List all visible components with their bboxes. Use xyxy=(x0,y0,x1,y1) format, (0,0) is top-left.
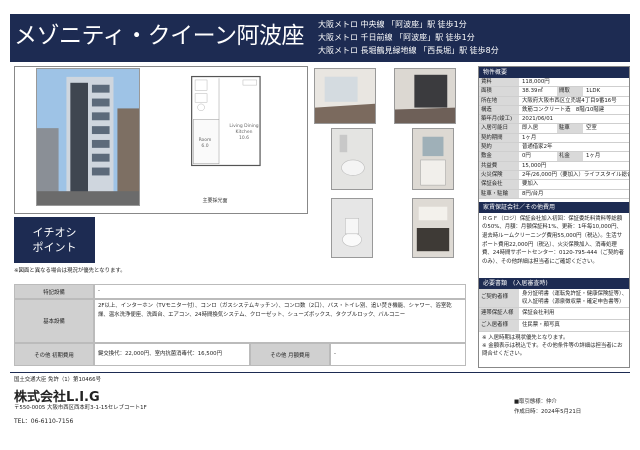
monthly-cost-label: その他 月額費用 xyxy=(250,343,330,366)
documents-section-title: 必要書類 (入居審査時) xyxy=(479,277,629,289)
washstand-image xyxy=(413,129,453,189)
interior-photo-toilet xyxy=(331,198,373,258)
ichioshi-line-2: ポイント xyxy=(32,241,77,254)
toilet-image xyxy=(332,199,372,257)
basic-equipment-value: 2F以上、インターホン（TVモニター付）、コンロ（ガスシステムキッチン）、コンロ… xyxy=(94,299,466,343)
detail-row: 契約期間 1ヶ月 xyxy=(479,133,629,144)
station-line-3: 大阪メトロ 長堀鶴見緑地線 「西長堀」駅 徒歩8分 xyxy=(318,46,499,55)
guarantor-section-title: 家賃保証会社／その他費用 xyxy=(479,201,629,213)
balcony-label: 主要採光面 xyxy=(202,198,228,204)
detail-row: 保証会社 要加入 xyxy=(479,180,629,190)
detail-row: 駐車・駐輪 8円/台月 xyxy=(479,189,629,199)
initial-cost-value: 鍵交換代：22,000円、室内抗菌消毒代：16,500円 xyxy=(94,343,250,366)
equipment-table: 特記設備 - 基本設備 2F以上、インターホン（TVモニター付）、コンロ（ガスシ… xyxy=(14,284,466,366)
notice-text: ※図面と異なる場合は現況が優先となります。 xyxy=(14,268,126,274)
details-panel: 物件概要 賃料 118,000円 面積 38.39㎡ 間取 1LDK 所在地 大阪府大阪市… xyxy=(478,66,630,368)
special-equipment-label: 特記設備 xyxy=(14,284,94,299)
detail-row: 所在地 大阪府大阪市西区立売堀4丁目9番16号 xyxy=(479,96,629,106)
document-row: 連帯保証人様 保証会社利用 xyxy=(479,307,629,320)
kitchen-image xyxy=(413,199,453,257)
floorplan-room-b: Living Dining Kitchen xyxy=(229,124,259,135)
ichioshi-line-1: イチオシ xyxy=(32,226,77,239)
monthly-cost-value: - xyxy=(330,343,466,366)
detail-row: 面積 38.39㎡ 間取 1LDK xyxy=(479,87,629,97)
station-line-2: 大阪メトロ 千日前線 「阿波座」駅 徒歩1分 xyxy=(318,33,475,42)
company-name: 株式会社L.I.G xyxy=(14,390,100,405)
document-row: ご入居者様 住民票・顔写真 xyxy=(479,319,629,332)
detail-row: 契約 普通借家2年 xyxy=(479,143,629,153)
floorplan: Room 6.0 Living Dining Kitchen 10.6 主要採光… xyxy=(150,68,300,206)
interior-photo-living xyxy=(314,68,376,124)
building-exterior-image xyxy=(37,69,139,205)
detail-row: 賃料 118,000円 xyxy=(479,78,629,88)
updated-date: 作成日時：2024年5月21日 xyxy=(514,409,582,415)
remark-1: ※ 入居時期は現状優先となります。 xyxy=(482,334,569,341)
bathroom-image xyxy=(332,129,372,189)
guarantor-text: ＲＧＦ（ロジ）保証会社加入初回：保証委託料賃料等総額の50%、月額：月額保証料1… xyxy=(482,215,625,265)
detail-row: 構造 鉄筋コンクリート造 8階/10階建 xyxy=(479,105,629,116)
property-title: メゾニティ・クイーン阿波座 xyxy=(14,23,304,49)
floorplan-room-a-size: 6.0 xyxy=(201,144,209,149)
detail-row: 火災保険2年/26,000円（要加入）ライフスタイル総合保険 xyxy=(479,170,629,181)
document-row: ご契約者様 身分証明書（運転免許証・健康保険証等）、収入証明書（源泉徴収票・確定申… xyxy=(479,288,629,308)
window-room-image xyxy=(395,69,455,123)
license-number: 国土交通大臣 免許（1）第10466号 xyxy=(14,377,101,383)
station-list: 大阪メトロ 中央線 「阿波座」駅 徒歩1分 大阪メトロ 千日前線 「阿波座」駅 … xyxy=(318,18,628,57)
detail-row: 入居可能日 即入居 駐車 空室 xyxy=(479,124,629,134)
basic-equipment-label: 基本設備 xyxy=(14,299,94,343)
remark-2: ※ 金額表示は税込です。その他条件等の詳細は担当者にお問合せください。 xyxy=(482,342,623,357)
footer-divider xyxy=(10,372,630,373)
company-tel: TEL：06-6110-7156 xyxy=(14,418,74,425)
interior-photo-bath xyxy=(331,128,373,190)
floorplan-room-b-size: 10.6 xyxy=(238,136,250,141)
initial-cost-label: その他 初期費用 xyxy=(14,343,94,366)
company-address: 〒550-0005 大阪市西区西本町3-1-15セレブコート1F xyxy=(14,405,147,411)
living-room-image xyxy=(315,69,375,123)
exterior-photo xyxy=(36,68,140,206)
interior-photo-window xyxy=(394,68,456,124)
detail-row: 敷金 0円 礼金 1ヶ月 xyxy=(479,152,629,162)
detail-row: 共益費 15,000円 xyxy=(479,161,629,171)
detail-row: 築年月(竣工) 2021/06/01 xyxy=(479,115,629,125)
details-section-title: 物件概要 xyxy=(479,67,629,78)
special-equipment-value: - xyxy=(94,284,466,299)
interior-photo-washstand xyxy=(412,128,454,190)
station-line-1: 大阪メトロ 中央線 「阿波座」駅 徒歩1分 xyxy=(318,20,467,29)
trade-type: ■取引態様：仲介 xyxy=(514,399,557,405)
interior-photo-kitchen xyxy=(412,198,454,258)
ichioshi-point: イチオシ ポイント xyxy=(14,217,95,263)
